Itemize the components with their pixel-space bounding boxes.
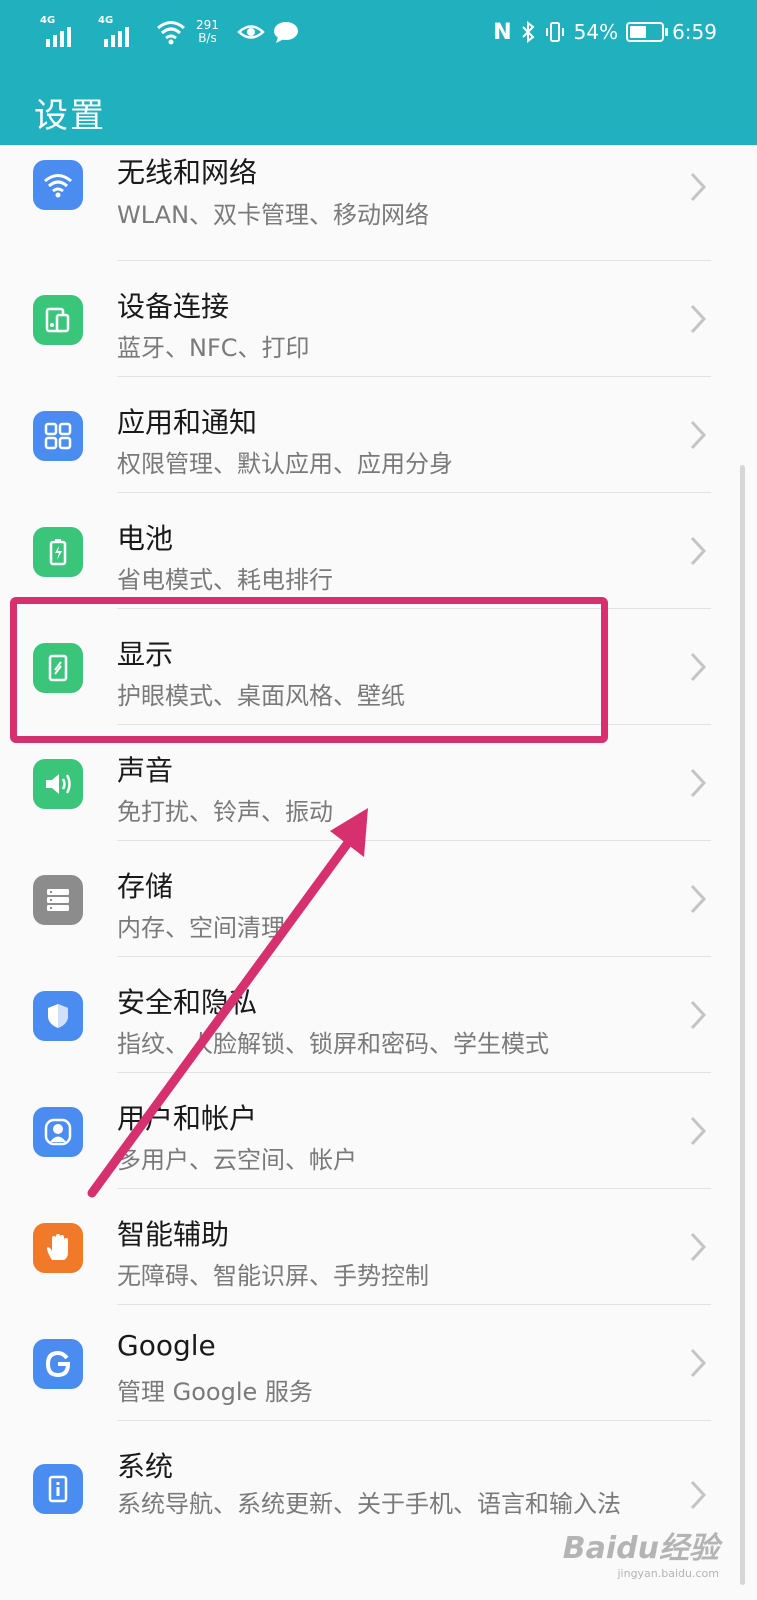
watermark: Baidu经验 jingyan.baidu.com [563, 1523, 719, 1580]
watermark-main: Baidu经验 [562, 1531, 719, 1566]
watermark-sub: jingyan.baidu.com [617, 1567, 719, 1580]
annotation-arrow [87, 808, 368, 1198]
